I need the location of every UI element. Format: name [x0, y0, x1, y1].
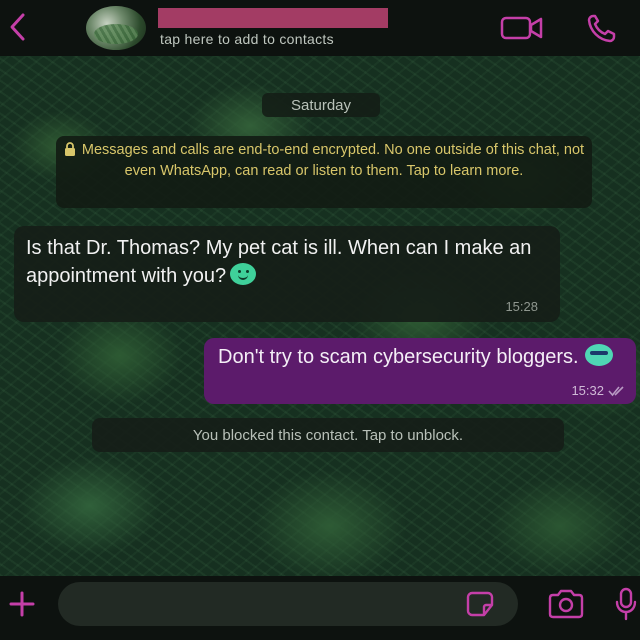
attach-button[interactable]	[6, 588, 38, 620]
message-composer	[0, 576, 640, 640]
microphone-icon	[615, 587, 637, 621]
video-call-button[interactable]	[500, 12, 544, 44]
incoming-message-bubble[interactable]: Is that Dr. Thomas? My pet cat is ill. W…	[14, 226, 560, 322]
contact-name-redacted[interactable]	[158, 8, 388, 28]
double-check-icon	[608, 385, 624, 396]
phone-call-icon	[587, 14, 616, 43]
contact-avatar[interactable]	[86, 6, 146, 50]
chat-header: tap here to add to contacts	[0, 0, 640, 56]
camera-button[interactable]	[544, 588, 588, 620]
back-arrow-icon	[10, 13, 25, 41]
message-timestamp: 15:28	[505, 299, 538, 314]
lock-icon	[64, 142, 75, 156]
encryption-notice[interactable]: Messages and calls are end-to-end encryp…	[56, 136, 592, 208]
camera-icon	[548, 589, 584, 619]
back-button[interactable]	[4, 10, 30, 44]
outgoing-message-meta: 15:32	[571, 383, 626, 398]
contact-subtitle[interactable]: tap here to add to contacts	[160, 31, 334, 47]
date-separator: Saturday	[262, 93, 380, 117]
outgoing-message-text: Don't try to scam cybersecurity bloggers…	[218, 344, 628, 371]
message-input[interactable]	[58, 582, 518, 626]
smiley-emoji-icon	[230, 263, 257, 285]
plus-icon	[9, 591, 35, 617]
outgoing-message-bubble[interactable]: Don't try to scam cybersecurity bloggers…	[204, 338, 636, 404]
voice-call-button[interactable]	[580, 12, 624, 44]
sunglasses-emoji-icon	[584, 344, 613, 366]
sticker-icon	[466, 591, 494, 617]
encryption-notice-text: Messages and calls are end-to-end encryp…	[81, 142, 585, 179]
incoming-message-text: Is that Dr. Thomas? My pet cat is ill. W…	[26, 237, 532, 287]
message-timestamp: 15:32	[571, 383, 604, 398]
video-call-icon	[500, 16, 543, 40]
blocked-contact-notice[interactable]: You blocked this contact. Tap to unblock…	[92, 418, 564, 452]
sticker-button[interactable]	[462, 590, 498, 618]
microphone-button[interactable]	[612, 586, 640, 622]
